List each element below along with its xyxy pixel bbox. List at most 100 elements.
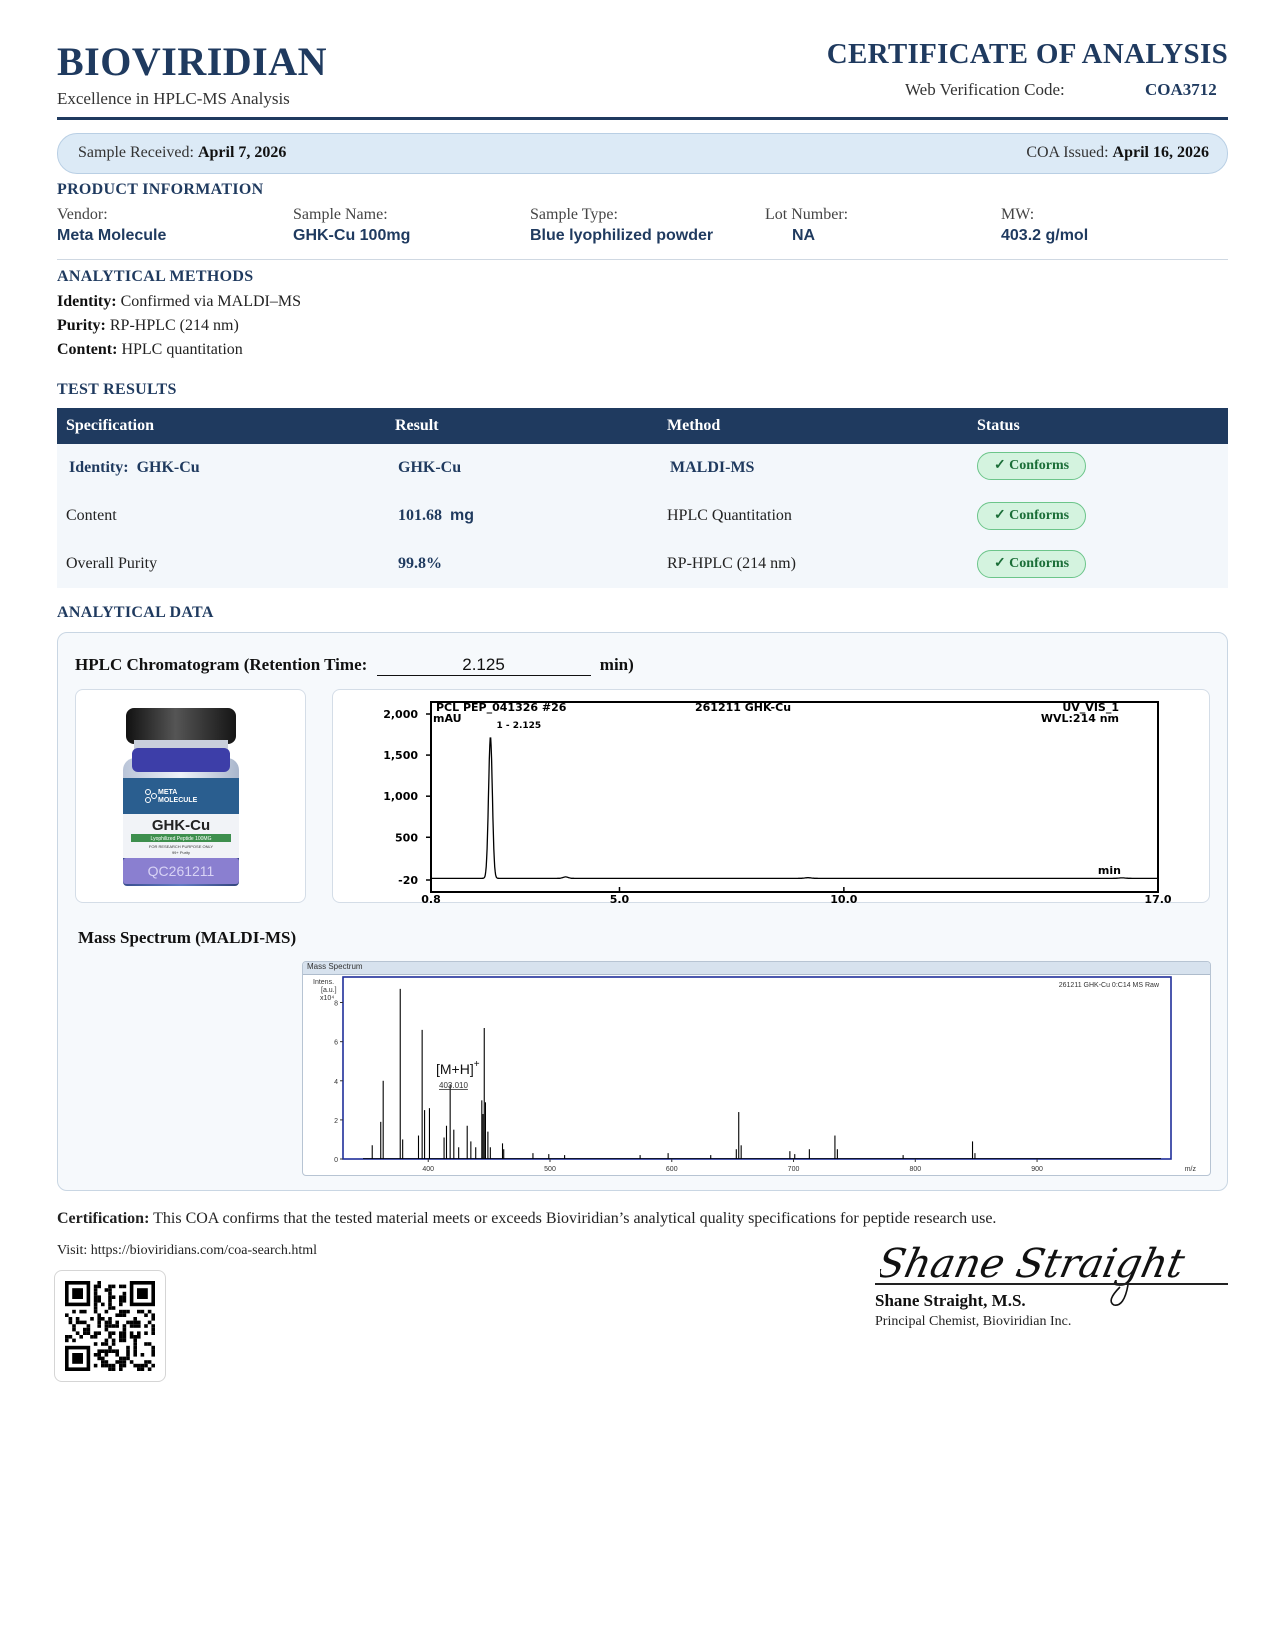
vial-band: Lyophilized Peptide 100MG xyxy=(151,836,212,842)
hplc-chromatogram: -20 500 1,000 1,500 2,000 0.8 5.0 10.0 17.0 PCL… xyxy=(332,689,1210,906)
hplc-y-unit: mAU xyxy=(433,712,462,725)
ms-x-unit: m/z xyxy=(1185,1166,1197,1173)
product-vial-image: META MOLECULE GHK-Cu Lyophilized Peptide… xyxy=(75,689,306,903)
signature-script: Shane Straight xyxy=(880,1239,1190,1286)
row-identity-spec: Identity: GHK-Cu xyxy=(69,459,200,477)
col-result: Result xyxy=(395,417,439,434)
hplc-x-unit: min xyxy=(1098,864,1121,877)
hplc-y-tick-label: 2,000 xyxy=(383,708,418,721)
header-divider xyxy=(57,117,1228,120)
verification-url[interactable]: Visit: https://bioviridians.com/coa-sear… xyxy=(57,1243,317,1259)
row-purity-spec: Overall Purity xyxy=(66,555,158,572)
signatory-title: Principal Chemist, Bioviridian Inc. xyxy=(875,1314,1072,1329)
certification-text: This COA confirms that the tested materi… xyxy=(153,1210,997,1227)
method-identity-label: Identity: xyxy=(57,293,117,310)
row-identity-result: GHK-Cu xyxy=(398,459,462,476)
row-content-spec: Content xyxy=(66,507,117,524)
certification-statement: Certification: This COA confirms that th… xyxy=(57,1210,996,1228)
analytical-data-heading: ANALYTICAL DATA xyxy=(57,604,214,621)
ms-y-tick-label: 0 xyxy=(334,1157,338,1164)
method-identity-value: Confirmed via MALDI–MS xyxy=(120,293,301,310)
table-row: Overall Purity 99.8% RP-HPLC (214 nm) ✓ … xyxy=(57,540,1228,588)
ms-y-label-3: x10⁴ xyxy=(320,995,334,1002)
col-specification: Specification xyxy=(66,417,154,434)
row-content-result-unit: mg xyxy=(450,507,474,524)
lot-number-label: Lot Number: xyxy=(765,206,849,223)
qr-code[interactable] xyxy=(54,1270,166,1382)
ms-y-tick-label: 4 xyxy=(334,1079,338,1086)
vial-illustration: META MOLECULE GHK-Cu Lyophilized Peptide… xyxy=(123,708,239,886)
row-purity-method: RP-HPLC (214 nm) xyxy=(667,555,796,572)
row-content-method: HPLC Quantitation xyxy=(667,507,792,524)
document-title: CERTIFICATE OF ANALYSIS xyxy=(826,38,1228,70)
lot-number-value: NA xyxy=(792,227,816,244)
hplc-title-suffix: min) xyxy=(599,655,634,674)
sample-name-label: Sample Name: xyxy=(293,206,388,223)
coa-issued-date: April 16, 2026 xyxy=(1112,144,1209,161)
table-row: Identity: GHK-Cu GHK-Cu MALDI-MS ✓ Confo… xyxy=(57,444,1228,492)
method-content-value: HPLC quantitation xyxy=(121,341,243,358)
hplc-wavelength: WVL:214 nm xyxy=(1041,712,1119,725)
sample-received-label: Sample Received: xyxy=(78,144,194,161)
sample-received: Sample Received: April 7, 2026 xyxy=(78,144,286,162)
ms-ion-charge: + xyxy=(474,1059,480,1070)
col-method: Method xyxy=(667,417,721,434)
signature-line xyxy=(875,1283,1228,1285)
ms-x-tick-label: 800 xyxy=(909,1166,921,1173)
verification-code: COA3712 xyxy=(1145,80,1217,99)
hplc-y-tick-label: 500 xyxy=(395,831,418,844)
table-row: Content 101.68 mg HPLC Quantitation ✓ Co… xyxy=(57,492,1228,540)
signatory-name: Shane Straight, M.S. xyxy=(875,1291,1026,1310)
ms-x-tick-label: 700 xyxy=(788,1166,800,1173)
ms-ion-mz: 403.010 xyxy=(439,1081,468,1090)
verification-code-label: Web Verification Code: xyxy=(905,80,1065,99)
hplc-y-tick-label: -20 xyxy=(398,874,418,887)
hplc-x-tick-label: 5.0 xyxy=(610,893,630,904)
row-purity-result: 99.8% xyxy=(398,555,442,572)
hplc-title: HPLC Chromatogram (Retention Time: 2.125… xyxy=(75,655,634,676)
mw-label: MW: xyxy=(1001,206,1035,223)
method-identity: Identity: Confirmed via MALDI–MS xyxy=(57,293,301,311)
hplc-x-tick-label: 0.8 xyxy=(421,893,441,904)
ms-y-tick-label: 2 xyxy=(334,1118,338,1125)
row-identity-spec-value: GHK-Cu xyxy=(136,459,200,476)
vial-product: GHK-Cu xyxy=(152,817,210,834)
sample-type-value: Blue lyophilized powder xyxy=(530,227,714,244)
ms-ion-label: [M+H]+ xyxy=(436,1059,480,1077)
hplc-y-tick-label: 1,500 xyxy=(383,749,418,762)
product-info-divider xyxy=(57,259,1228,260)
qr-code-icon xyxy=(65,1281,155,1371)
product-info-heading: PRODUCT INFORMATION xyxy=(57,181,264,198)
brand-tagline: Excellence in HPLC-MS Analysis xyxy=(57,89,290,108)
ms-y-tick-label: 6 xyxy=(334,1040,338,1047)
vial-brand-line1: META xyxy=(158,789,177,796)
vendor-value: Meta Molecule xyxy=(57,227,167,244)
analytical-data-panel: HPLC Chromatogram (Retention Time: 2.125… xyxy=(57,632,1228,1191)
coa-issued: COA Issued: April 16, 2026 xyxy=(1026,144,1209,162)
ms-x-tick-label: 600 xyxy=(666,1166,678,1173)
results-table-header: Specification Result Method Status xyxy=(57,408,1228,444)
certification-label: Certification: xyxy=(57,1210,150,1227)
hplc-x-tick-label: 17.0 xyxy=(1144,893,1171,904)
vial-fine1: FOR RESEARCH PURPOSE ONLY xyxy=(149,844,213,849)
vial-lot: QC261211 xyxy=(148,863,215,879)
ms-y-label-1: Intens. xyxy=(313,979,334,986)
col-status: Status xyxy=(977,417,1020,434)
sample-type-label: Sample Type: xyxy=(530,206,618,223)
sample-name-value: GHK-Cu 100mg xyxy=(293,227,411,244)
ms-file-label: 261211 GHK-Cu 0:C14 MS Raw xyxy=(1059,982,1160,989)
hplc-title-prefix: HPLC Chromatogram (Retention Time: xyxy=(75,655,368,674)
hplc-peak-label: 1 - 2.125 xyxy=(496,721,541,731)
method-content-label: Content: xyxy=(57,341,118,358)
sample-received-date: April 7, 2026 xyxy=(197,144,287,161)
hplc-x-tick-label: 10.0 xyxy=(830,893,857,904)
vial-brand-line2: MOLECULE xyxy=(158,797,198,804)
status-badge: ✓ Conforms xyxy=(977,452,1086,480)
ms-ion-text: [M+H] xyxy=(436,1061,474,1077)
mw-value: 403.2 g/mol xyxy=(1001,227,1089,244)
ms-y-label-2: [a.u.] xyxy=(321,987,337,994)
row-identity-method: MALDI-MS xyxy=(670,459,755,476)
mass-spectrum-chart: 261211 GHK-Cu 0:C14 MS Raw Intens. [a.u.… xyxy=(313,976,1197,1173)
vial-fine2: 99+ Purity xyxy=(172,850,190,855)
ms-x-tick-label: 400 xyxy=(422,1166,434,1173)
